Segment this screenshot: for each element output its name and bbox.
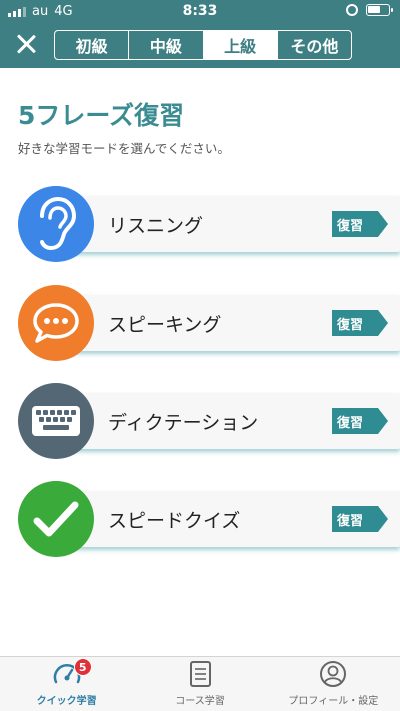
- mode-label: リスニング: [108, 215, 204, 237]
- rotation-lock-icon: [346, 4, 358, 16]
- header-bar: au 4G 8:33 初級 中級 上級 その他: [0, 0, 400, 68]
- mode-label: スピーキング: [108, 314, 222, 336]
- mode-card-dictation[interactable]: ディクテーション 復習: [18, 383, 400, 461]
- notebook-icon: [185, 660, 215, 688]
- battery-icon: [366, 4, 393, 16]
- tab-profile-settings[interactable]: プロフィール・設定: [267, 657, 400, 711]
- review-button[interactable]: 復習: [332, 310, 388, 336]
- keyboard-icon: [18, 383, 94, 459]
- page-subtitle: 好きな学習モードを選んでください。: [18, 141, 230, 156]
- mode-card-speaking[interactable]: スピーキング 復習: [18, 285, 400, 363]
- level-tab-beginner[interactable]: 初級: [55, 31, 130, 59]
- tab-quick-learning[interactable]: 5 クイック学習: [0, 657, 133, 711]
- speedometer-icon: 5: [52, 658, 92, 688]
- speech-bubble-icon: [18, 285, 94, 361]
- mode-card-listening[interactable]: リスニング 復習: [18, 186, 400, 264]
- review-button[interactable]: 復習: [332, 506, 388, 532]
- mode-label: スピードクイズ: [108, 510, 241, 532]
- tab-label: クイック学習: [36, 696, 97, 707]
- review-button[interactable]: 復習: [332, 408, 388, 434]
- level-tab-other[interactable]: その他: [278, 31, 351, 59]
- profile-icon: [318, 660, 348, 688]
- review-button[interactable]: 復習: [332, 211, 388, 237]
- level-tab-advanced[interactable]: 上級: [203, 31, 278, 59]
- tab-course-learning[interactable]: コース学習: [133, 657, 266, 711]
- level-tab-intermediate[interactable]: 中級: [129, 31, 204, 59]
- tab-label: プロフィール・設定: [288, 696, 379, 707]
- checkmark-icon: [18, 481, 94, 557]
- status-bar: au 4G 8:33: [0, 0, 400, 22]
- close-icon[interactable]: [14, 32, 38, 56]
- level-selector: 初級 中級 上級 その他: [54, 30, 352, 60]
- tab-bar: 5 クイック学習 コース学習 プロフィール・設定: [0, 656, 400, 711]
- notification-badge: 5: [73, 658, 92, 676]
- page-title: 5フレーズ復習: [18, 101, 185, 130]
- tab-label: コース学習: [175, 696, 225, 707]
- mode-card-speed-quiz[interactable]: スピードクイズ 復習: [18, 481, 400, 559]
- ear-icon: [18, 186, 94, 262]
- mode-label: ディクテーション: [108, 412, 259, 434]
- status-time: 8:33: [182, 3, 218, 19]
